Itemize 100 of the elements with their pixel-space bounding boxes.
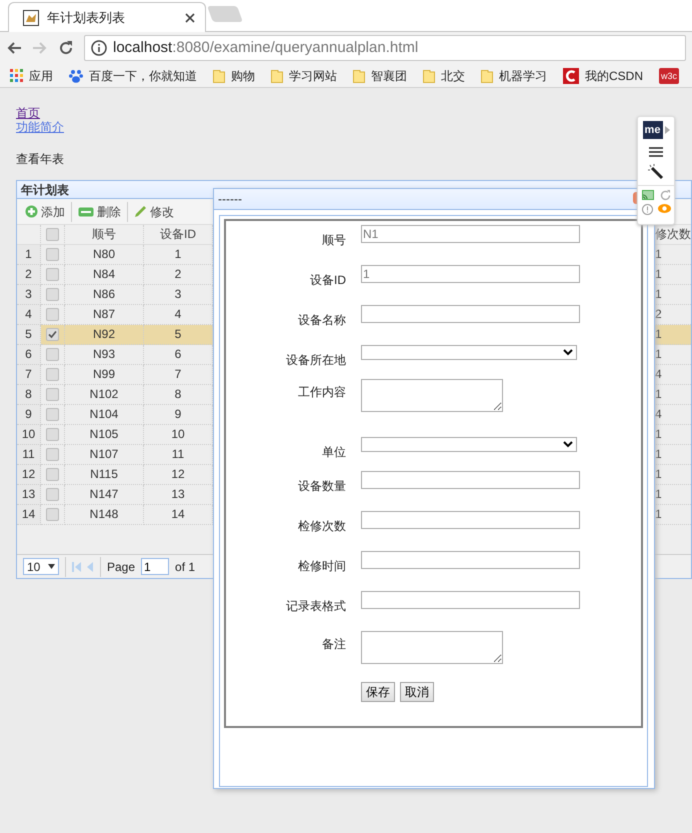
table-cell: N92: [65, 325, 144, 345]
input-field[interactable]: [361, 305, 580, 323]
close-icon[interactable]: [185, 12, 195, 22]
input-field[interactable]: 1: [361, 265, 580, 283]
checkbox[interactable]: [46, 268, 59, 281]
page-heading: 查看年表: [16, 151, 64, 168]
input-field[interactable]: [361, 511, 580, 529]
field-label: 工作内容: [297, 384, 346, 401]
input-field[interactable]: N1: [361, 225, 580, 243]
field-label: 检修次数: [297, 518, 346, 535]
table-cell: N148: [65, 505, 144, 525]
bookmark[interactable]: 智襄团: [353, 66, 407, 84]
folder-icon: [271, 68, 283, 82]
table-cell: N99: [65, 365, 144, 385]
input-field[interactable]: [361, 591, 580, 609]
checkbox[interactable]: [46, 408, 59, 421]
row-number: 4: [17, 305, 41, 325]
apps-grid-icon: [10, 69, 23, 82]
table-cell: N115: [65, 465, 144, 485]
reload-icon[interactable]: [58, 40, 74, 56]
eye-icon[interactable]: [658, 204, 670, 213]
magic-wand-icon[interactable]: [648, 164, 664, 180]
table-cell: N147: [65, 485, 144, 505]
table-cell: N105: [65, 425, 144, 445]
table-cell: 5: [144, 325, 213, 345]
bookmark[interactable]: 我的CSDN: [563, 66, 644, 84]
checkbox[interactable]: [46, 388, 59, 401]
minus-icon: [78, 206, 94, 216]
input-field[interactable]: [361, 471, 580, 489]
checkbox[interactable]: [46, 428, 59, 441]
row-number: 12: [17, 465, 41, 485]
bookmark[interactable]: 学习网站: [271, 66, 337, 84]
select-field[interactable]: [361, 437, 577, 452]
column-header[interactable]: 设备ID: [144, 225, 213, 245]
field-label: 记录表格式: [285, 598, 346, 615]
row-number: 3: [17, 285, 41, 305]
toolbar-button[interactable]: 删除: [74, 202, 125, 220]
row-number: 1: [17, 245, 41, 265]
browser-tab[interactable]: 年计划表列表: [8, 2, 206, 32]
extension-logo[interactable]: me: [642, 121, 662, 139]
field-label: 检修时间: [297, 558, 346, 575]
checkbox[interactable]: [46, 468, 59, 481]
paw-icon: [69, 68, 83, 82]
first-page-icon[interactable]: [72, 562, 81, 572]
field-label: 备注: [321, 636, 346, 653]
select-field[interactable]: [361, 345, 577, 360]
page-icon: [23, 10, 39, 26]
field-label: 单位: [321, 444, 346, 461]
checkbox[interactable]: [46, 228, 59, 241]
dialog-button[interactable]: 保存: [361, 682, 395, 702]
row-number: 9: [17, 405, 41, 425]
text-area[interactable]: [361, 379, 503, 412]
bookmark[interactable]: w3c: [659, 68, 680, 84]
table-cell: N102: [65, 385, 144, 405]
page-input[interactable]: 1: [141, 558, 170, 575]
bookmark[interactable]: 应用: [10, 66, 53, 84]
address-bar[interactable]: localhost:8080/examine/queryannualplan.html: [84, 35, 686, 61]
page-size-select[interactable]: 10: [23, 558, 59, 575]
caret-icon: [664, 126, 670, 134]
row-number: 5: [17, 325, 41, 345]
bookmark[interactable]: 百度一下，你就知道: [69, 66, 197, 84]
row-number: 14: [17, 505, 41, 525]
toolbar-button[interactable]: 添加: [21, 202, 69, 220]
prev-page-icon[interactable]: [87, 562, 94, 572]
checkbox[interactable]: [46, 328, 59, 341]
info-icon: [91, 40, 107, 56]
checkbox[interactable]: [46, 248, 59, 261]
column-header[interactable]: 顺号: [65, 225, 144, 245]
table-cell: N86: [65, 285, 144, 305]
url-text: localhost:8080/examine/queryannualplan.html: [113, 38, 418, 58]
checkbox[interactable]: [46, 448, 59, 461]
bookmark[interactable]: 北交: [423, 66, 465, 84]
bookmark[interactable]: 购物: [213, 66, 255, 84]
table-cell: N80: [65, 245, 144, 265]
folder-icon: [213, 68, 225, 82]
input-field[interactable]: [361, 551, 580, 569]
toolbar-button[interactable]: 修改: [130, 202, 178, 220]
text-area[interactable]: [361, 631, 503, 664]
checkbox[interactable]: [46, 308, 59, 321]
checkbox[interactable]: [46, 508, 59, 521]
checkbox[interactable]: [46, 348, 59, 361]
cast-icon[interactable]: [642, 190, 654, 200]
checkbox[interactable]: [46, 368, 59, 381]
new-tab-button[interactable]: [207, 6, 243, 22]
field-label: 顺号: [321, 232, 346, 249]
checkbox[interactable]: [46, 488, 59, 501]
menu-icon[interactable]: [649, 147, 663, 157]
row-number: 6: [17, 345, 41, 365]
back-icon[interactable]: [6, 40, 22, 56]
field-label: 设备名称: [297, 312, 346, 329]
checkbox[interactable]: [46, 288, 59, 301]
refresh-icon[interactable]: [660, 190, 670, 201]
dialog-button[interactable]: 取消: [400, 682, 434, 702]
nav-link[interactable]: 首页: [16, 106, 40, 120]
row-number: 11: [17, 445, 41, 465]
alert-icon[interactable]: [642, 204, 652, 215]
field-label: 设备所在地: [285, 352, 346, 369]
nav-link[interactable]: 功能简介: [16, 120, 64, 134]
forward-icon[interactable]: [32, 40, 48, 56]
bookmark[interactable]: 机器学习: [481, 66, 547, 84]
